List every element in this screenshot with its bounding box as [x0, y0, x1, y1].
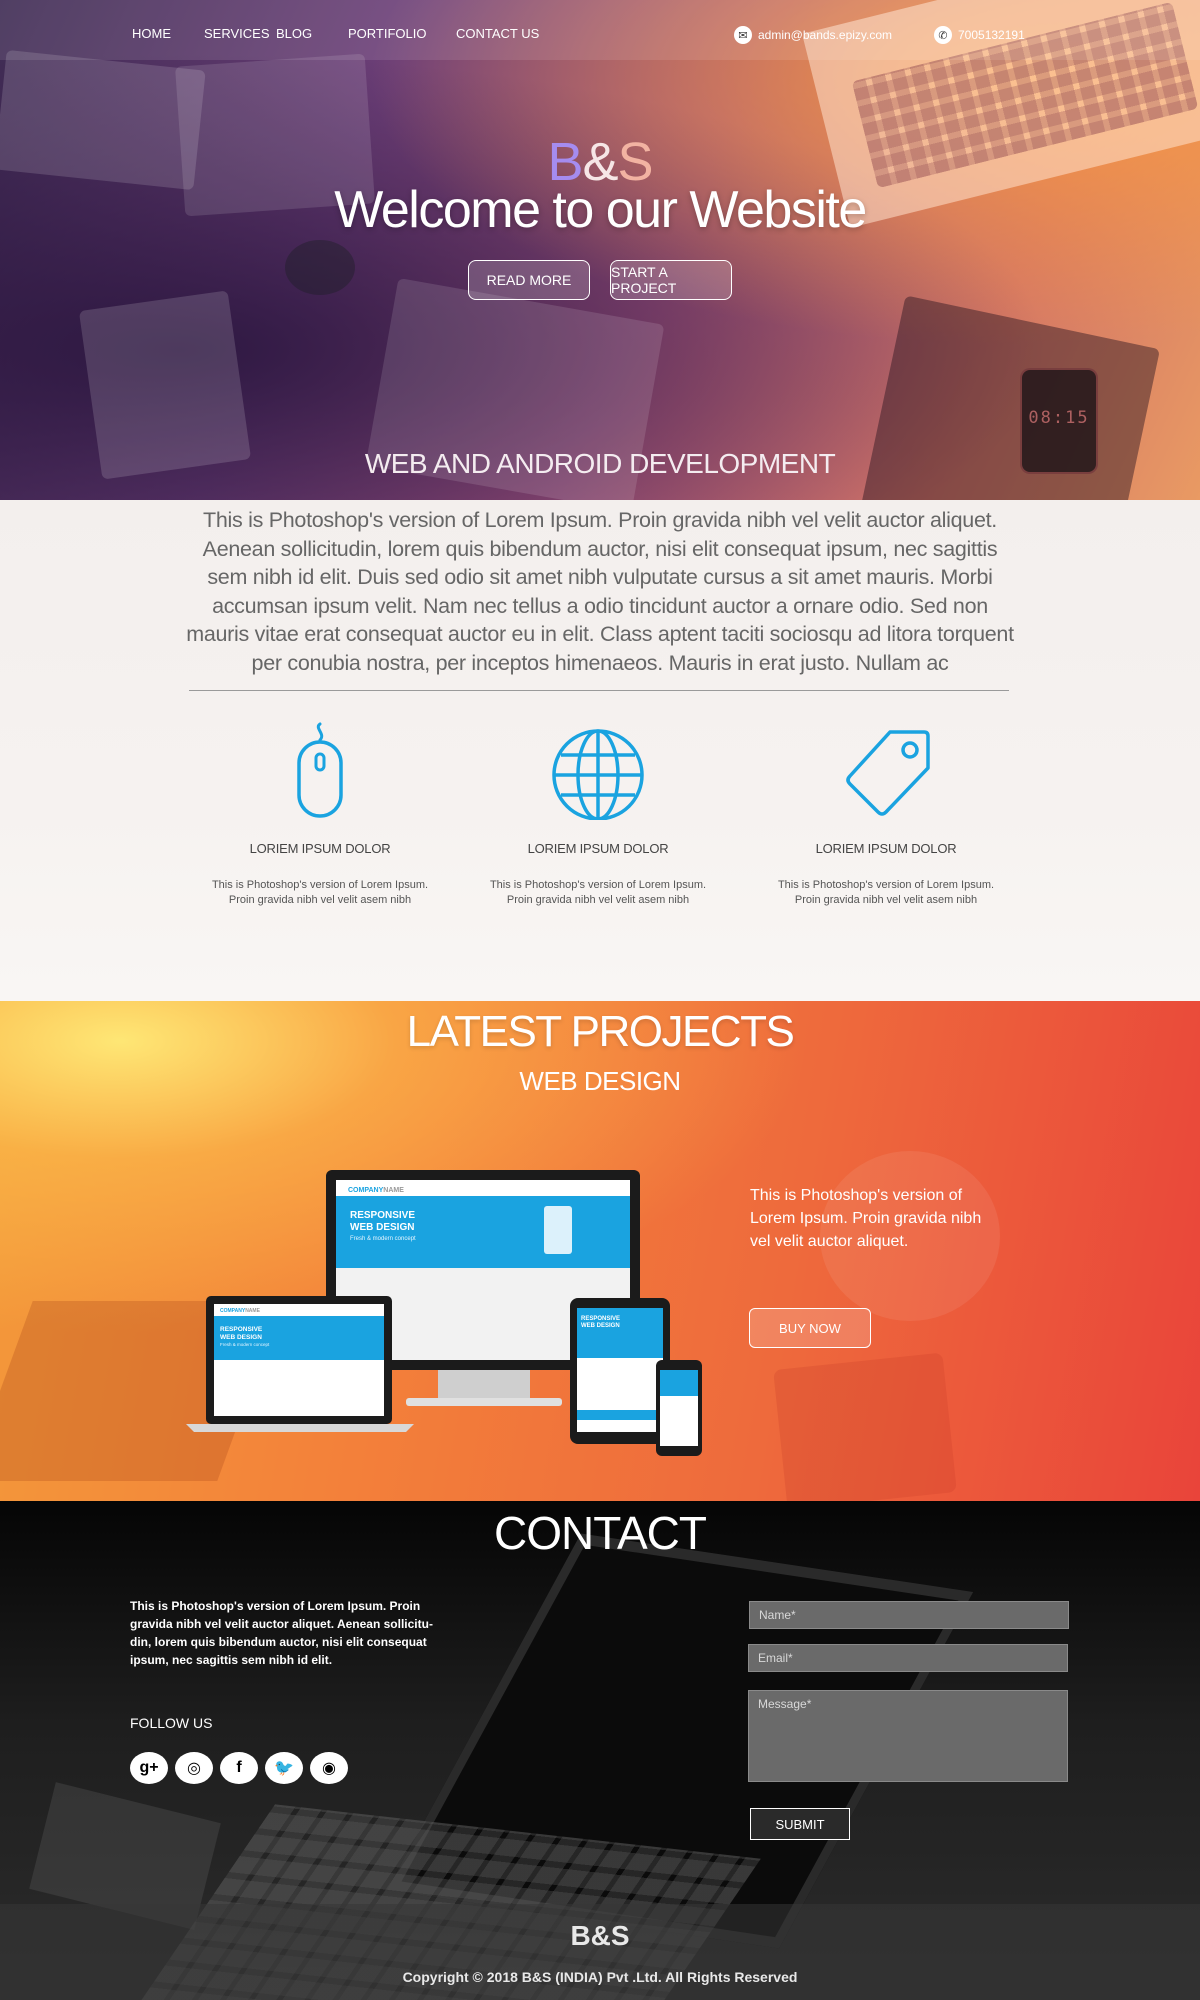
- hero-subtitle: WEB AND ANDROID DEVELOPMENT: [364, 448, 836, 479]
- svg-text:RESPONSIVE: RESPONSIVE: [581, 1316, 620, 1322]
- top-navigation: HOME SERVICES BLOG PORTIFOLIO CONTACT US…: [0, 0, 1200, 60]
- svg-text:Fresh & modern concept: Fresh & modern concept: [220, 1342, 270, 1347]
- footer: [0, 1904, 1200, 2000]
- feature-description: This is Photoshop's version of Lorem Ips…: [211, 879, 429, 906]
- divider: [189, 690, 1009, 691]
- contact-title: CONTACT: [494, 1507, 707, 1559]
- background-phone: [773, 1352, 957, 1501]
- hero-title: Welcome to our Website: [334, 181, 867, 239]
- copyright-text: Copyright © 2018 B&S (INDIA) Pvt .Ltd. A…: [402, 1969, 798, 1985]
- email-field[interactable]: Email*: [748, 1644, 1068, 1672]
- top-phone-text: 7005132191: [958, 28, 1025, 42]
- tag-icon: [846, 730, 930, 816]
- mouse-icon: [297, 722, 343, 818]
- message-field[interactable]: Message*: [748, 1690, 1068, 1782]
- google-plus-icon[interactable]: g+: [130, 1752, 168, 1784]
- about-paragraph: This is Photoshop's version of Lorem Ips…: [186, 508, 1014, 675]
- phone-icon: ✆: [934, 26, 952, 44]
- rss-icon[interactable]: ◉: [310, 1752, 348, 1784]
- top-email[interactable]: ✉ admin@bands.epizy.com: [734, 26, 892, 44]
- feature-card: LORIEM IPSUM DOLOR This is Photoshop's v…: [766, 720, 1006, 908]
- svg-text:COMPANYNAME: COMPANYNAME: [220, 1308, 261, 1314]
- nav-services[interactable]: SERVICES: [204, 26, 270, 41]
- responsive-devices-mockup: COMPANYNAME RESPONSIVE WEB DESIGN Fresh …: [186, 1170, 702, 1456]
- follow-us-label: FOLLOW US: [130, 1715, 213, 1731]
- facebook-icon[interactable]: f: [220, 1752, 258, 1784]
- contact-description: This is Photoshop's version of Lorem Ips…: [130, 1599, 433, 1667]
- svg-text:COMPANYNAME: COMPANYNAME: [348, 1187, 404, 1194]
- start-project-button[interactable]: START A PROJECT: [610, 260, 732, 300]
- envelope-icon: ✉: [734, 26, 752, 44]
- twitter-icon[interactable]: 🐦: [265, 1752, 303, 1784]
- globe-icon: [552, 729, 644, 821]
- hero-section: 08:15: [0, 0, 1200, 500]
- svg-text:RESPONSIVE: RESPONSIVE: [350, 1210, 415, 1221]
- feature-title: LORIEM IPSUM DOLOR: [527, 841, 669, 856]
- nav-blog[interactable]: BLOG: [276, 26, 312, 41]
- name-field[interactable]: Name*: [749, 1601, 1069, 1629]
- buy-now-button[interactable]: BUY NOW: [749, 1308, 871, 1348]
- svg-text:WEB DESIGN: WEB DESIGN: [220, 1334, 262, 1341]
- nav-portfolio[interactable]: PORTIFOLIO: [348, 26, 427, 41]
- read-more-button[interactable]: READ MORE: [468, 260, 590, 300]
- feature-description: This is Photoshop's version of Lorem Ips…: [777, 879, 995, 906]
- feature-description: This is Photoshop's version of Lorem Ips…: [489, 879, 707, 906]
- projects-subtitle: WEB DESIGN: [519, 1066, 681, 1096]
- social-links: g+ ◎ f 🐦 ◉: [130, 1752, 348, 1784]
- top-email-text: admin@bands.epizy.com: [758, 28, 893, 42]
- background-object: [285, 240, 355, 295]
- feature-card: LORIEM IPSUM DOLOR This is Photoshop's v…: [478, 720, 718, 908]
- svg-text:RESPONSIVE: RESPONSIVE: [220, 1326, 263, 1333]
- phone-clock: 08:15: [1028, 408, 1090, 428]
- nav-home[interactable]: HOME: [132, 26, 171, 41]
- feature-card: LORIEM IPSUM DOLOR This is Photoshop's v…: [200, 720, 440, 908]
- top-phone[interactable]: ✆ 7005132191: [934, 26, 1025, 44]
- svg-text:WEB DESIGN: WEB DESIGN: [581, 1323, 620, 1329]
- projects-description: This is Photoshop's version of Lorem Ips…: [750, 1187, 982, 1250]
- feature-title: LORIEM IPSUM DOLOR: [815, 841, 957, 856]
- footer-logo: B&S: [570, 1920, 630, 1951]
- instagram-icon[interactable]: ◎: [175, 1752, 213, 1784]
- submit-button[interactable]: SUBMIT: [750, 1808, 850, 1840]
- nav-contact-us[interactable]: CONTACT US: [456, 26, 539, 41]
- feature-title: LORIEM IPSUM DOLOR: [249, 841, 391, 856]
- svg-text:WEB DESIGN: WEB DESIGN: [350, 1222, 414, 1233]
- projects-title: LATEST PROJECTS: [406, 1007, 795, 1056]
- svg-text:Fresh & modern concept: Fresh & modern concept: [350, 1236, 416, 1242]
